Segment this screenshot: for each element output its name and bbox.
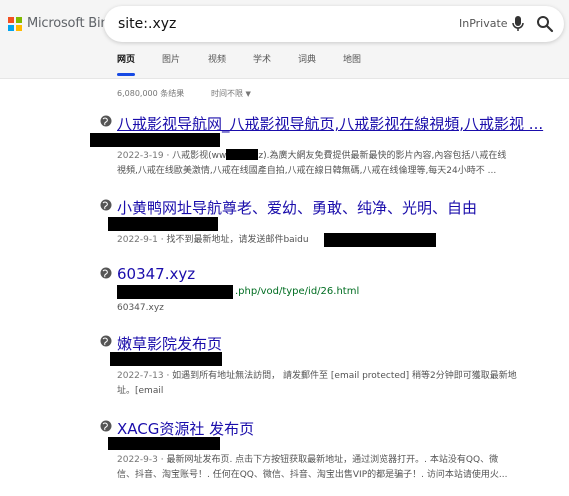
- header-divider: [0, 78, 569, 79]
- globe-icon: [100, 115, 112, 127]
- result-date: 2022-9-1: [117, 235, 158, 245]
- snippet-text: z).為廣大網友免費提供最新最快的影片內容,內容包括八戒在线: [258, 151, 507, 161]
- result-title-link[interactable]: 嫩草影院发布页: [117, 333, 222, 354]
- tab-maps[interactable]: 地图: [343, 52, 361, 78]
- redaction-bar: [117, 285, 233, 299]
- globe-icon: [100, 267, 112, 279]
- redaction-bar: [110, 352, 222, 366]
- time-filter-label: 时间不限: [211, 89, 243, 98]
- microsoft-logo-icon: [8, 16, 22, 31]
- snippet-text: 視頻,八戒在线歐美激情,八戒在线國產自拍,八戒在線日韓無碼,八戒在线倫理等,每天…: [117, 166, 497, 176]
- snippet-text: 址。[email: [117, 386, 164, 396]
- result-url-small: 60347.xyz: [117, 303, 164, 313]
- tab-academic[interactable]: 学术: [253, 52, 271, 78]
- result-title-link[interactable]: 八戒影视导航网_八戒影视导航页,八戒影视在線視頻,八戒影视 ...: [117, 113, 543, 134]
- tab-images[interactable]: 图片: [162, 52, 180, 78]
- result-url[interactable]: .php/vod/type/id/26.html: [235, 286, 359, 297]
- snippet-text: 最新网址发布页. 点击下方按钮获取最新地址，通过浏览器打开。. 本站没有QQ、微: [166, 455, 499, 465]
- globe-icon: [100, 199, 112, 211]
- result-count: 6,080,000 条结果: [117, 89, 185, 98]
- search-input[interactable]: site:.xyz: [118, 16, 176, 32]
- snippet-text: 八戒影视(ww: [172, 151, 227, 161]
- bing-logo[interactable]: Microsoft Bing: [8, 16, 117, 31]
- result-snippet: 2022-7-13 · 如遇到所有地址無法訪問， 請发郵件至 [email pr…: [117, 371, 517, 396]
- tab-videos[interactable]: 视频: [208, 52, 226, 78]
- snippet-text: 如遇到所有地址無法訪問， 請发郵件至 [email protected] 稍等2…: [172, 371, 517, 381]
- tab-web[interactable]: 网页: [117, 52, 136, 78]
- snippet-text: 信、抖音、淘宝账号！. 任何在QQ、微信、抖音、淘宝出售VIP的都是骗子！. 访…: [117, 470, 508, 480]
- redaction-bar: [324, 233, 436, 247]
- inprivate-label: InPrivate: [459, 17, 508, 30]
- result-date: 2022-7-13: [117, 371, 164, 381]
- time-filter-dropdown[interactable]: 时间不限 ▼: [211, 88, 251, 99]
- result-date: 2022-3-19: [117, 151, 164, 161]
- header: Microsoft Bing site:.xyz InPrivate 网页 图片…: [0, 0, 569, 78]
- redaction-bar: [90, 133, 220, 147]
- result-snippet: 2022-3-19 · 八戒影视(ww z).為廣大網友免費提供最新最快的影片內容…: [117, 149, 507, 176]
- globe-icon: [100, 420, 112, 432]
- chevron-down-icon: ▼: [245, 90, 251, 98]
- search-icon[interactable]: [536, 15, 554, 33]
- result-title-link[interactable]: 小黄鸭网址导航尊老、爱幼、勇敢、纯净、光明、自由: [117, 197, 477, 218]
- result-title-link[interactable]: 60347.xyz: [117, 265, 195, 283]
- microphone-icon[interactable]: [510, 15, 526, 33]
- redaction-bar: [108, 437, 220, 450]
- snippet-text: 找不到最新地址，请发送邮件baidu: [166, 235, 309, 245]
- tab-dictionary[interactable]: 词典: [298, 52, 316, 78]
- redaction-bar: [108, 217, 218, 231]
- redaction-bar: [226, 149, 259, 160]
- result-snippet: 2022-9-3 · 最新网址发布页. 点击下方按钮获取最新地址，通过浏览器打开…: [117, 455, 508, 480]
- globe-icon: [100, 335, 112, 347]
- search-tabs: 网页 图片 视频 学术 词典 地图: [0, 52, 569, 78]
- search-box[interactable]: site:.xyz InPrivate: [104, 6, 564, 42]
- result-date: 2022-9-3: [117, 455, 158, 465]
- result-title-link[interactable]: XACG资源社 发布页: [117, 418, 254, 439]
